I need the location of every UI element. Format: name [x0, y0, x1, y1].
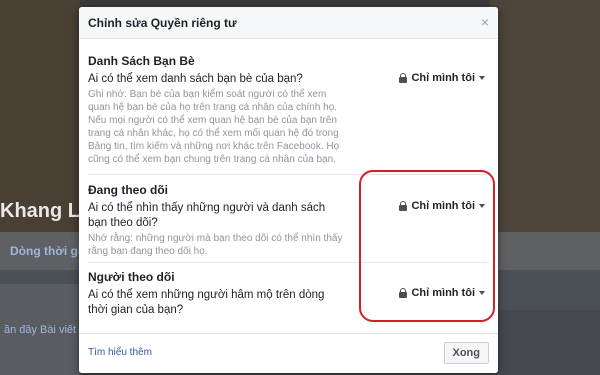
tab-timeline: Dòng thời gia: [10, 244, 88, 258]
learn-more-link[interactable]: Tìm hiểu thêm: [88, 347, 152, 358]
cover-photo-left: [0, 0, 80, 232]
lock-icon: [399, 73, 408, 83]
background-link-recent: ần đây: [4, 324, 38, 336]
section-note: Nhớ rằng: những người mà bạn theo dõi có…: [88, 233, 343, 257]
caret-down-icon: [479, 76, 485, 80]
audience-selector[interactable]: Chỉ mình tôi: [399, 72, 485, 84]
audience-label: Chỉ mình tôi: [411, 72, 475, 84]
section-title: Danh Sách Bạn Bè: [88, 54, 195, 68]
background-link-posts: Bài viết: [40, 324, 77, 336]
dialog-header: Chỉnh sửa Quyền riêng tư ×: [79, 7, 498, 39]
section-question: Ai có thể xem danh sách bạn bè của bạn?: [88, 73, 303, 85]
done-button[interactable]: Xong: [443, 342, 489, 364]
highlight-annotation: [359, 170, 495, 322]
section-question: Ai có thể xem những người hâm mộ trên dò…: [88, 289, 325, 316]
section-question: Ai có thể nhìn thấy những người và danh …: [88, 202, 326, 229]
dialog-title: Chỉnh sửa Quyền riêng tư: [88, 16, 237, 30]
section-friends-list: Danh Sách Bạn Bè Ai có thể xem danh sách…: [88, 54, 489, 166]
dialog-footer: Tìm hiểu thêm Xong: [79, 333, 498, 373]
profile-name: Khang Lê: [0, 200, 92, 222]
section-note: Ghi nhớ: Bạn bè của bạn kiểm soát người …: [88, 89, 340, 165]
cover-photo-right: [490, 0, 600, 232]
close-icon[interactable]: ×: [481, 14, 489, 30]
